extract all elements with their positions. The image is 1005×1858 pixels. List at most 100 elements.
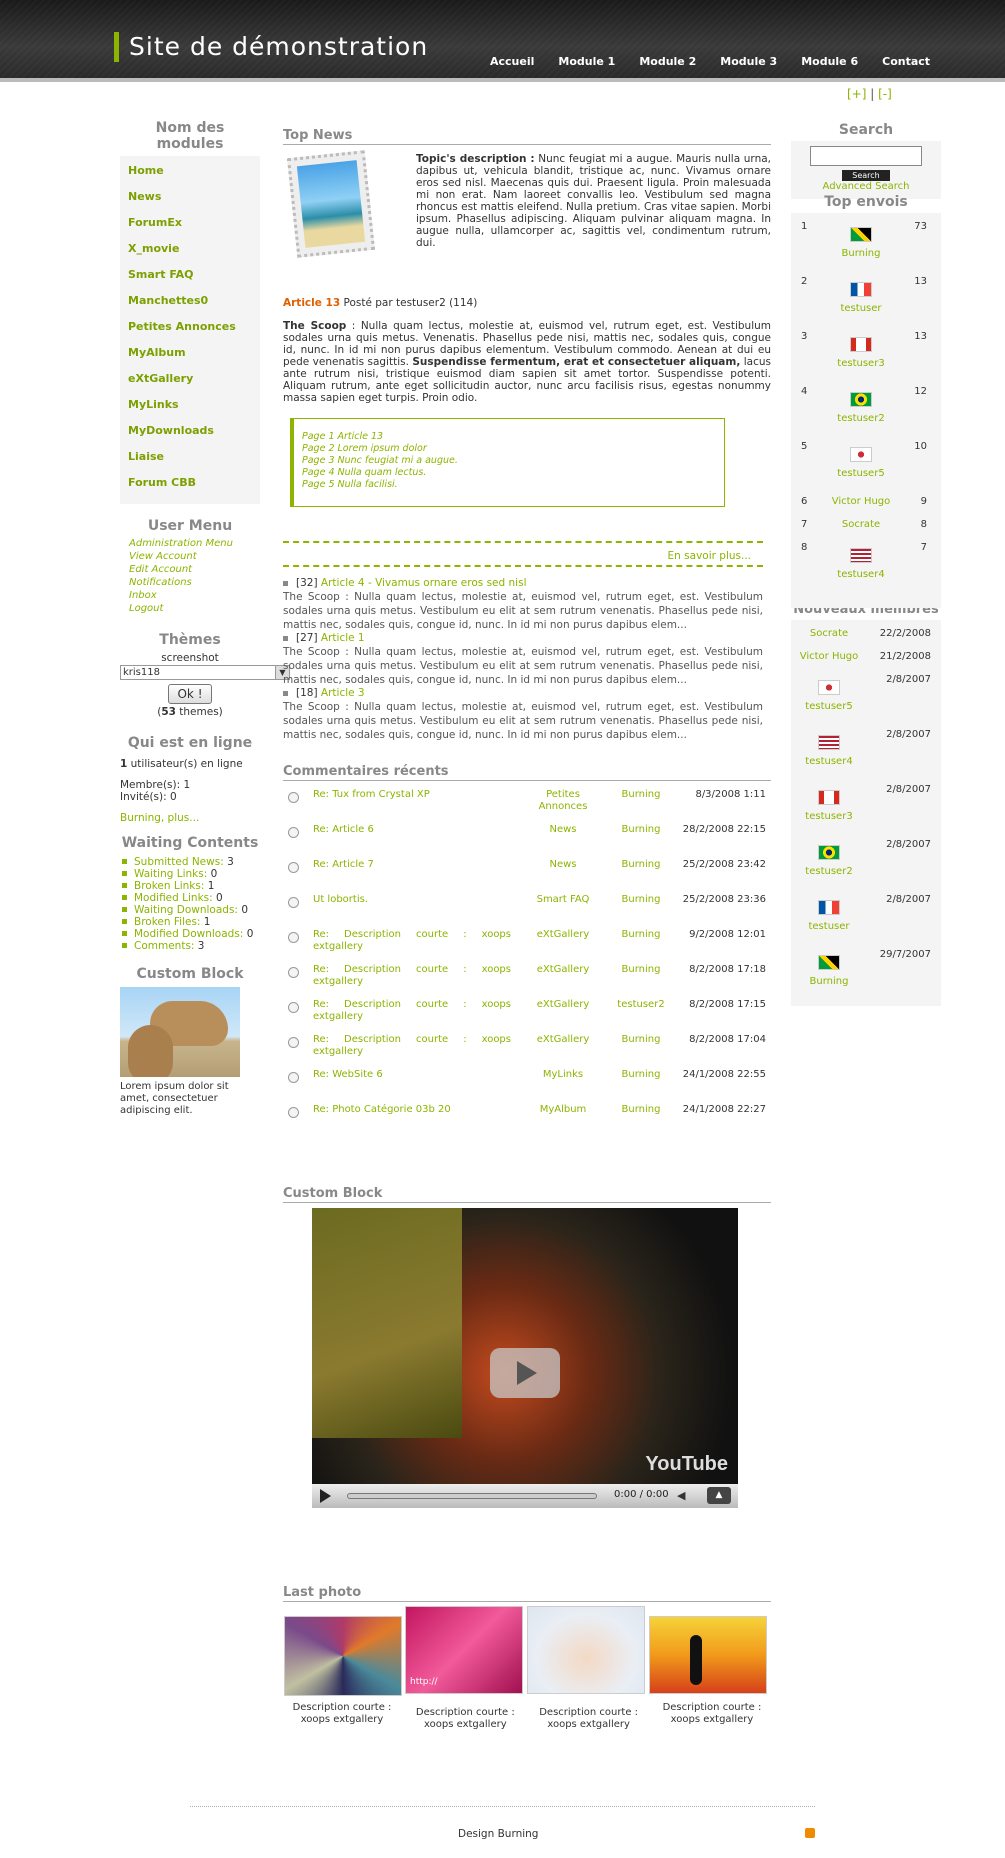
waiting-label[interactable]: Submitted News:	[134, 856, 224, 868]
comment-title-link[interactable]: Re: Photo Catégorie 03b 20	[313, 1104, 511, 1116]
comment-module-link[interactable]: MyAlbum	[523, 1104, 603, 1116]
user-menu-link[interactable]: View Account	[120, 550, 260, 563]
theme-select[interactable]: kris118 ▼	[120, 665, 290, 680]
top-user-link[interactable]: testuser2	[826, 413, 896, 424]
photo-umbrella[interactable]	[284, 1616, 402, 1696]
top-user-link[interactable]: testuser5	[826, 468, 896, 479]
comment-user-link[interactable]: Burning	[603, 964, 679, 976]
photo-pink[interactable]: http://	[405, 1606, 523, 1694]
news-item-link[interactable]: Article 1	[321, 632, 365, 644]
page-link[interactable]: Page 5 Nulla facilisi.	[302, 479, 724, 491]
photo-woman[interactable]	[527, 1606, 645, 1694]
article-13-link[interactable]: Article 13	[283, 297, 340, 309]
comment-title-link[interactable]: Re: Description courte : xoops extgaller…	[313, 964, 511, 988]
module-link[interactable]: MyAlbum	[120, 343, 260, 369]
module-link[interactable]: ForumEx	[120, 213, 260, 239]
module-link[interactable]: MyDownloads	[120, 421, 260, 447]
page-link[interactable]: Page 4 Nulla quam lectus.	[302, 467, 724, 479]
rss-icon[interactable]	[805, 1828, 815, 1838]
new-member-link[interactable]: testuser5	[794, 701, 864, 712]
online-users-link[interactable]: Burning, plus...	[120, 812, 260, 824]
photo-golfer[interactable]	[649, 1616, 767, 1694]
comment-user-link[interactable]: Burning	[603, 1069, 679, 1081]
top-user-link[interactable]: Victor Hugo	[826, 496, 896, 507]
volume-icon[interactable]: ◀	[677, 1489, 685, 1502]
nav-module-3[interactable]: Module 3	[720, 55, 777, 68]
page-link[interactable]: Page 1 Article 13	[302, 431, 724, 443]
zoom-plus-link[interactable]: [+]	[847, 87, 866, 101]
user-menu-link[interactable]: Inbox	[120, 589, 260, 602]
module-link[interactable]: Liaise	[120, 447, 260, 473]
waiting-label[interactable]: Comments:	[134, 940, 194, 952]
top-user-link[interactable]: Socrate	[826, 519, 896, 530]
new-member-link[interactable]: Socrate	[794, 628, 864, 639]
comment-title-link[interactable]: Re: Description courte : xoops extgaller…	[313, 929, 511, 953]
seek-bar[interactable]	[347, 1493, 597, 1499]
search-input[interactable]	[810, 146, 922, 166]
comment-user-link[interactable]: Burning	[603, 859, 679, 871]
waiting-label[interactable]: Modified Downloads:	[134, 928, 243, 940]
new-member-link[interactable]: testuser2	[794, 866, 864, 877]
comment-module-link[interactable]: eXtGallery	[523, 964, 603, 976]
top-user-link[interactable]: testuser	[826, 303, 896, 314]
nav-module-2[interactable]: Module 2	[639, 55, 696, 68]
comment-user-link[interactable]: testuser2	[603, 999, 679, 1011]
module-link[interactable]: eXtGallery	[120, 369, 260, 395]
fullscreen-icon[interactable]: ▲	[707, 1487, 731, 1504]
ok-button[interactable]: Ok !	[168, 684, 212, 704]
comment-title-link[interactable]: Re: Description courte : xoops extgaller…	[313, 999, 511, 1023]
comment-user-link[interactable]: Burning	[603, 824, 679, 836]
waiting-label[interactable]: Broken Files:	[134, 916, 200, 928]
comment-module-link[interactable]: Smart FAQ	[523, 894, 603, 906]
search-button[interactable]: Search	[842, 170, 890, 181]
play-control-icon[interactable]	[320, 1489, 331, 1503]
zoom-minus-link[interactable]: [-]	[878, 87, 892, 101]
module-link[interactable]: Forum CBB	[120, 473, 260, 499]
news-item-link[interactable]: Article 3	[321, 687, 365, 699]
play-button[interactable]	[490, 1348, 560, 1398]
user-menu-link[interactable]: Administration Menu	[120, 537, 260, 550]
module-link[interactable]: X_movie	[120, 239, 260, 265]
nav-accueil[interactable]: Accueil	[490, 55, 534, 68]
top-user-link[interactable]: Burning	[826, 248, 896, 259]
advanced-search-link[interactable]: Advanced Search	[791, 181, 941, 192]
waiting-label[interactable]: Broken Links:	[134, 880, 204, 892]
comment-user-link[interactable]: Burning	[603, 789, 679, 801]
module-link[interactable]: Petites Annonces	[120, 317, 260, 343]
new-member-link[interactable]: testuser3	[794, 811, 864, 822]
module-link[interactable]: Home	[120, 161, 260, 187]
comment-module-link[interactable]: MyLinks	[523, 1069, 603, 1081]
new-member-link[interactable]: testuser4	[794, 756, 864, 767]
new-member-link[interactable]: testuser	[794, 921, 864, 932]
nav-module-1[interactable]: Module 1	[558, 55, 615, 68]
comment-title-link[interactable]: Re: Description courte : xoops extgaller…	[313, 1034, 511, 1058]
comment-title-link[interactable]: Re: Tux from Crystal XP	[313, 789, 511, 801]
page-link[interactable]: Page 3 Nunc feugiat mi a augue.	[302, 455, 724, 467]
module-link[interactable]: Smart FAQ	[120, 265, 260, 291]
comment-module-link[interactable]: eXtGallery	[523, 999, 603, 1011]
news-item-link[interactable]: Article 4 - Vivamus ornare eros sed nisl	[321, 577, 527, 589]
comment-title-link[interactable]: Re: Article 6	[313, 824, 511, 836]
video-player[interactable]: YouTube 0:00 / 0:00 ◀ ▲	[312, 1208, 738, 1508]
comment-user-link[interactable]: Burning	[603, 894, 679, 906]
comment-module-link[interactable]: News	[523, 859, 603, 871]
nav-contact[interactable]: Contact	[882, 55, 930, 68]
comment-module-link[interactable]: News	[523, 824, 603, 836]
comment-module-link[interactable]: eXtGallery	[523, 1034, 603, 1046]
waiting-label[interactable]: Waiting Links:	[134, 868, 207, 880]
module-link[interactable]: Manchettes0	[120, 291, 260, 317]
nav-module-6[interactable]: Module 6	[801, 55, 858, 68]
user-menu-link[interactable]: Edit Account	[120, 563, 260, 576]
comment-user-link[interactable]: Burning	[603, 1104, 679, 1116]
waiting-label[interactable]: Waiting Downloads:	[134, 904, 238, 916]
comment-title-link[interactable]: Ut lobortis.	[313, 894, 511, 906]
comment-user-link[interactable]: Burning	[603, 1034, 679, 1046]
comment-module-link[interactable]: eXtGallery	[523, 929, 603, 941]
module-link[interactable]: News	[120, 187, 260, 213]
site-title[interactable]: Site de démonstration	[114, 32, 428, 62]
new-member-link[interactable]: Victor Hugo	[794, 651, 864, 662]
user-menu-link[interactable]: Notifications	[120, 576, 260, 589]
top-user-link[interactable]: testuser4	[826, 569, 896, 580]
comment-title-link[interactable]: Re: WebSite 6	[313, 1069, 511, 1081]
module-link[interactable]: MyLinks	[120, 395, 260, 421]
